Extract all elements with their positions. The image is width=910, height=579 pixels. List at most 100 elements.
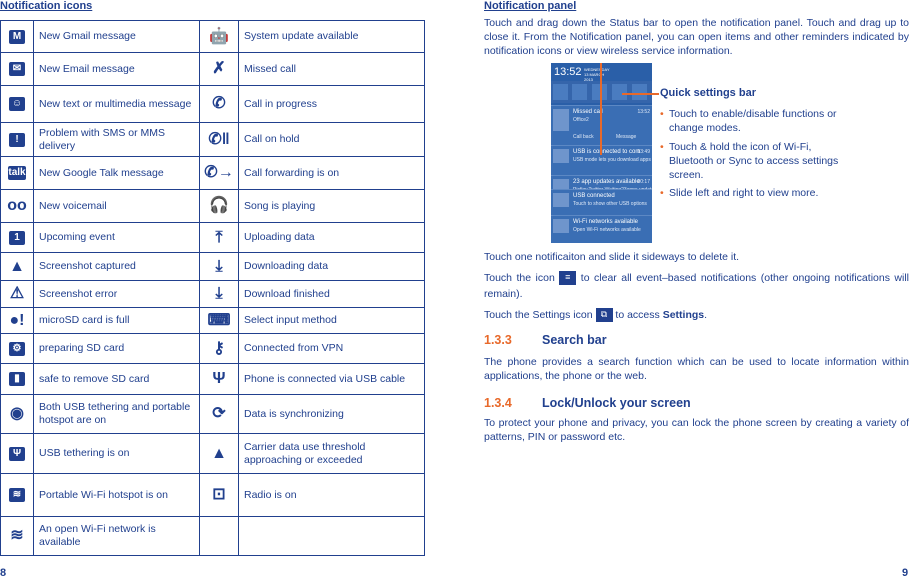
screenshot-icon: ▲ [9,257,25,275]
page-number-left: 8 [0,567,7,579]
bullet-item: • Touch & hold the icon of Wi-Fi, Bluetoo… [660,141,839,181]
icon-description: Uploading data [244,231,315,243]
notification-panel-screenshot: 13:52 WEDNESDAY 13 MARCH 2013 Missed cal… [551,63,652,243]
date: WEDNESDAY 13 MARCH 2013 [584,67,610,82]
icon-description: Call forwarding is on [244,166,340,179]
icon-description: Missed call [244,62,296,75]
settings-paragraph: Touch the Settings icon ⧉ to access Sett… [484,308,708,323]
table-row: Ψ USB tethering is on ▲ Carrier data use… [0,433,425,474]
notification-item: Missed call Office2 13:52 Call back Messa… [551,105,652,145]
google-talk-icon: talk [8,166,26,180]
table-row: ▮ safe to remove SD card Ψ Phone is conn… [0,363,425,395]
icon-description: Song is playing [244,199,316,212]
section-text: To protect your phone and privacy, you c… [484,417,909,443]
wifi-hotspot-icon: ≋ [9,488,25,502]
icon-description: Select input method [244,314,337,326]
call-forwarding-icon: ✆→ [204,164,234,181]
table-row: ⚙ preparing SD card ⚷ Connected from VPN [0,333,425,364]
sd-card-icon: ▮ [9,372,25,386]
table-row: ▲ Screenshot captured ⤓ Downloading data [0,252,425,281]
intro-paragraph: Touch and drag down the Status bar to op… [484,17,909,57]
clear-paragraph: Touch the icon ≡ to clear all event–base… [484,271,910,300]
callout-line [622,93,659,95]
icon-description: New Email message [39,62,135,75]
section-heading: 1.3.4 Lock/Unlock your screen [484,396,691,410]
calendar-icon: 1 [9,230,25,245]
icon-description: preparing SD card [39,342,125,354]
icon-description: Upcoming event [39,231,115,243]
notification-icons-table: M New Gmail message 🤖 System update avai… [0,20,425,556]
section-text: The phone provides a search function whi… [484,356,909,382]
sd-card-preparing-icon: ⚙ [9,341,25,356]
quick-settings-bar [551,81,652,103]
clock: 13:52 [554,66,582,78]
drag-arrow [600,63,602,155]
screenshot-error-icon: ⚠ [9,285,25,302]
missed-call-icon: ✗ [212,60,226,77]
icon-description: New text or multimedia message [39,97,192,110]
table-row: ⚠ Screenshot error ⤓ Download finished [0,280,425,308]
icon-description: Carrier data use threshold approaching o… [244,440,366,466]
warning-icon: ▲ [211,444,227,462]
table-row: ◉ Both USB tethering and portable hotspo… [0,394,425,434]
sd-card-full-icon: ●! [9,311,25,329]
usb-tethering-icon: Ψ [9,446,25,461]
sync-icon: ⟳ [212,405,226,422]
icon-description: Problem with SMS or MMS delivery [39,126,166,152]
table-row: ✉ New Email message ✗ Missed call [0,52,425,86]
icon-description: Radio is on [244,488,297,501]
icon-description: Downloading data [244,260,329,272]
icon-description: safe to remove SD card [39,372,150,385]
radio-icon: ⊡ [212,486,226,503]
call-on-hold-icon: ✆‖ [208,130,230,148]
icon-description: New Gmail message [39,30,136,42]
bullet-item: • Touch to enable/disable functions or ch… [660,108,837,134]
usb-icon: Ψ [212,370,226,387]
gmail-icon: M [9,29,25,44]
icon-description: An open Wi-Fi network is available [39,523,156,548]
table-row: ≋ Portable Wi-Fi hotspot is on ⊡ Radio i… [0,473,425,517]
icon-description: System update available [244,30,359,42]
icon-description: Data is synchronizing [244,407,344,420]
notification-icons-heading: Notification icons [0,0,93,12]
clear-all-icon: ≡ [559,271,577,286]
upload-icon: ⤒ [215,228,223,246]
icon-description: Both USB tethering and portable hotspot … [39,401,191,426]
download-icon: ⤓ [215,257,223,275]
icon-description: New voicemail [39,199,107,212]
table-row: oo New voicemail 🎧 Song is playing [0,189,425,223]
system-update-icon: 🤖 [209,27,229,45]
email-icon: ✉ [9,62,25,76]
sms-problem-icon: ! [9,132,25,147]
call-in-progress-icon: ✆ [212,95,226,112]
hotspot-usb-icon: ◉ [10,405,24,422]
notification-item: USB connected Touch to show other USB op… [551,189,652,215]
table-row: ! Problem with SMS or MMS delivery ✆‖ Ca… [0,122,425,157]
notification-item: USB is connected to com USB mode lets yo… [551,145,652,175]
icon-description: microSD card is full [39,314,130,326]
keyboard-icon: ⌨ [207,311,231,329]
icon-description: Connected from VPN [244,342,344,354]
table-row: ≋ An open Wi-Fi network is available [0,516,425,556]
delete-paragraph: Touch one notificaiton and slide it side… [484,251,740,263]
icon-description: Call in progress [244,97,317,110]
icon-description: Phone is connected via USB cable [244,372,406,385]
vpn-key-icon: ⚷ [213,339,225,357]
page-number-right: 9 [902,567,909,579]
table-row: M New Gmail message 🤖 System update avai… [0,20,425,53]
quick-settings-callout: Quick settings bar [660,87,756,99]
icon-description: USB tethering is on [39,447,130,459]
icon-description: Call on hold [244,133,300,145]
icon-description: Screenshot error [39,287,118,300]
settings-icon: ⧉ [595,308,613,323]
notification-item: 23 app updates available Picfizy,Twitter… [551,175,652,193]
table-row: talk New Google Talk message ✆→ Call for… [0,156,425,190]
notification-item: Wi-Fi networks available Open Wi-Fi netw… [551,215,652,243]
open-wifi-icon: ≋ [10,527,24,544]
icon-description: Download finished [244,287,330,300]
voicemail-icon: oo [7,197,27,214]
icon-description: New Google Talk message [39,166,164,179]
bullet-item: • Slide left and right to view more. [660,187,819,199]
notification-panel-heading: Notification panel [484,0,577,12]
table-row: ●! microSD card is full ⌨ Select input m… [0,307,425,334]
